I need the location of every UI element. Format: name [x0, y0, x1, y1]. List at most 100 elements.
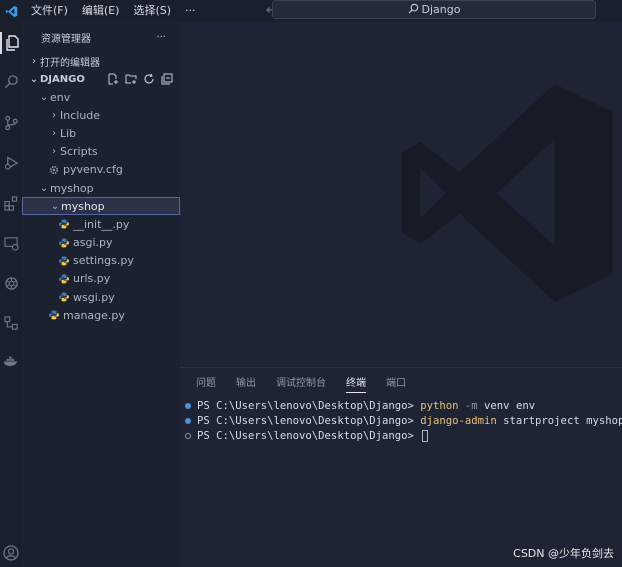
menu-file[interactable]: 文件(F) — [24, 0, 75, 22]
tree-item[interactable]: wsgi.py — [22, 288, 180, 306]
tree-item[interactable]: __init__.py — [22, 215, 180, 233]
title-bar: 文件(F) 编辑(E) 选择(S) ··· ← → Django — [0, 0, 622, 22]
chevron-down-icon: ⌄ — [50, 200, 60, 212]
command-status-dot — [185, 417, 191, 424]
tab-output[interactable]: 输出 — [236, 374, 256, 389]
tree-item[interactable]: ⌄ env — [22, 88, 180, 106]
menu-selection[interactable]: 选择(S) — [126, 0, 178, 22]
chevron-right-icon: › — [32, 55, 36, 67]
tab-ports[interactable]: 端口 — [386, 374, 406, 389]
tree-item[interactable]: › Scripts — [22, 143, 180, 161]
terminal[interactable]: PS C:\Users\lenovo\Desktop\Django> pytho… — [180, 398, 622, 444]
tree-item-label: env — [50, 90, 71, 104]
vscode-logo-icon — [2, 2, 20, 20]
project-actions — [106, 72, 174, 86]
editor-area — [180, 22, 622, 367]
terminal-command: python — [420, 399, 459, 412]
explorer-header: 资源管理器 ··· — [22, 22, 180, 52]
search-icon[interactable] — [0, 70, 22, 92]
tree-item-label: manage.py — [63, 308, 125, 322]
terminal-cursor — [422, 430, 429, 443]
tree-item-label: myshop — [61, 199, 105, 213]
terminal-args: startproject myshop — [496, 414, 622, 427]
command-status-dot — [185, 402, 191, 409]
new-folder-icon[interactable] — [124, 72, 138, 86]
testing-icon[interactable] — [0, 312, 22, 334]
refresh-icon[interactable] — [142, 72, 156, 86]
tree-item[interactable]: › Include — [22, 106, 180, 124]
tree-item[interactable]: manage.py — [22, 306, 180, 324]
vscode-watermark-icon — [401, 83, 613, 303]
tree-item[interactable]: urls.py — [22, 270, 180, 288]
accounts-icon[interactable] — [0, 542, 22, 564]
tree-item[interactable]: ⌄ myshop — [22, 197, 180, 216]
tab-problems[interactable]: 问题 — [196, 374, 216, 389]
menu-more[interactable]: ··· — [178, 0, 203, 22]
gear-icon — [48, 164, 60, 176]
explorer-icon[interactable] — [0, 32, 22, 54]
tree-item-label: wsgi.py — [73, 290, 115, 304]
activity-bar — [0, 22, 22, 567]
tree-item[interactable]: pyvenv.cfg — [22, 161, 180, 179]
python-file-icon — [58, 237, 70, 249]
python-file-icon — [58, 218, 70, 230]
terminal-prompt: PS C:\Users\lenovo\Desktop\Django> — [197, 414, 421, 427]
chevron-down-icon: ⌄ — [39, 182, 49, 194]
python-file-icon — [58, 273, 70, 285]
tree-item-label: settings.py — [73, 254, 134, 268]
tree-item-label: Lib — [60, 126, 77, 140]
chevron-down-icon: ⌄ — [29, 73, 39, 85]
docker-icon[interactable] — [0, 350, 22, 372]
openai-icon[interactable] — [0, 272, 22, 294]
python-file-icon — [48, 309, 60, 321]
search-text: Django — [421, 3, 461, 16]
project-name: DJANGO — [40, 73, 85, 85]
command-status-dot — [185, 433, 191, 440]
chevron-right-icon: › — [52, 127, 56, 139]
tree-item-label: myshop — [50, 181, 94, 195]
run-debug-icon[interactable] — [0, 152, 22, 174]
terminal-line: PS C:\Users\lenovo\Desktop\Django> djang… — [185, 413, 622, 428]
tree-item-label: urls.py — [73, 272, 111, 286]
tree-item[interactable]: asgi.py — [22, 234, 180, 252]
command-center-search[interactable]: Django — [272, 0, 596, 19]
explorer-more-button[interactable]: ··· — [156, 32, 166, 43]
explorer-title: 资源管理器 — [41, 33, 91, 45]
tree-item-label: asgi.py — [73, 236, 113, 250]
bottom-panel: 问题 输出 调试控制台 终端 端口 PS C:\Users\lenovo\Des… — [180, 367, 622, 567]
new-file-icon[interactable] — [106, 72, 120, 86]
tree-item-label: __init__.py — [73, 217, 130, 231]
terminal-prompt: PS C:\Users\lenovo\Desktop\Django> — [197, 430, 421, 443]
terminal-args: venv env — [477, 399, 536, 412]
terminal-prompt: PS C:\Users\lenovo\Desktop\Django> — [197, 399, 421, 412]
source-control-icon[interactable] — [0, 112, 22, 134]
tree-item[interactable]: settings.py — [22, 252, 180, 270]
python-file-icon — [58, 291, 70, 303]
tree-item[interactable]: › Lib — [22, 124, 180, 142]
terminal-flag: -m — [464, 399, 478, 412]
menu-bar: 文件(F) 编辑(E) 选择(S) ··· — [24, 0, 203, 22]
tab-terminal[interactable]: 终端 — [346, 374, 366, 393]
terminal-line: PS C:\Users\lenovo\Desktop\Django> pytho… — [185, 398, 622, 413]
python-file-icon — [58, 255, 70, 267]
tree-item[interactable]: ⌄ myshop — [22, 179, 180, 197]
chevron-right-icon: › — [52, 109, 56, 121]
collapse-all-icon[interactable] — [160, 72, 174, 86]
panel-tabs: 问题 输出 调试控制台 终端 端口 — [180, 368, 622, 394]
open-editors-section[interactable]: › 打开的编辑器 — [22, 52, 180, 70]
extensions-icon[interactable] — [0, 192, 22, 214]
open-editors-label: 打开的编辑器 — [40, 57, 100, 69]
credit-watermark: CSDN @少年负剑去 — [513, 547, 614, 560]
tab-debug-console[interactable]: 调试控制台 — [276, 374, 326, 389]
tree-item-label: Scripts — [60, 145, 98, 159]
tree-item-label: pyvenv.cfg — [63, 163, 123, 177]
search-icon — [408, 3, 419, 17]
terminal-line: PS C:\Users\lenovo\Desktop\Django> — [185, 429, 622, 444]
menu-edit[interactable]: 编辑(E) — [75, 0, 127, 22]
chevron-down-icon: ⌄ — [39, 91, 49, 103]
chevron-right-icon: › — [52, 146, 56, 158]
remote-explorer-icon[interactable] — [0, 232, 22, 254]
terminal-command: django-admin — [420, 414, 497, 427]
project-section[interactable]: ⌄ DJANGO — [22, 70, 180, 88]
tree-item-label: Include — [60, 108, 101, 122]
